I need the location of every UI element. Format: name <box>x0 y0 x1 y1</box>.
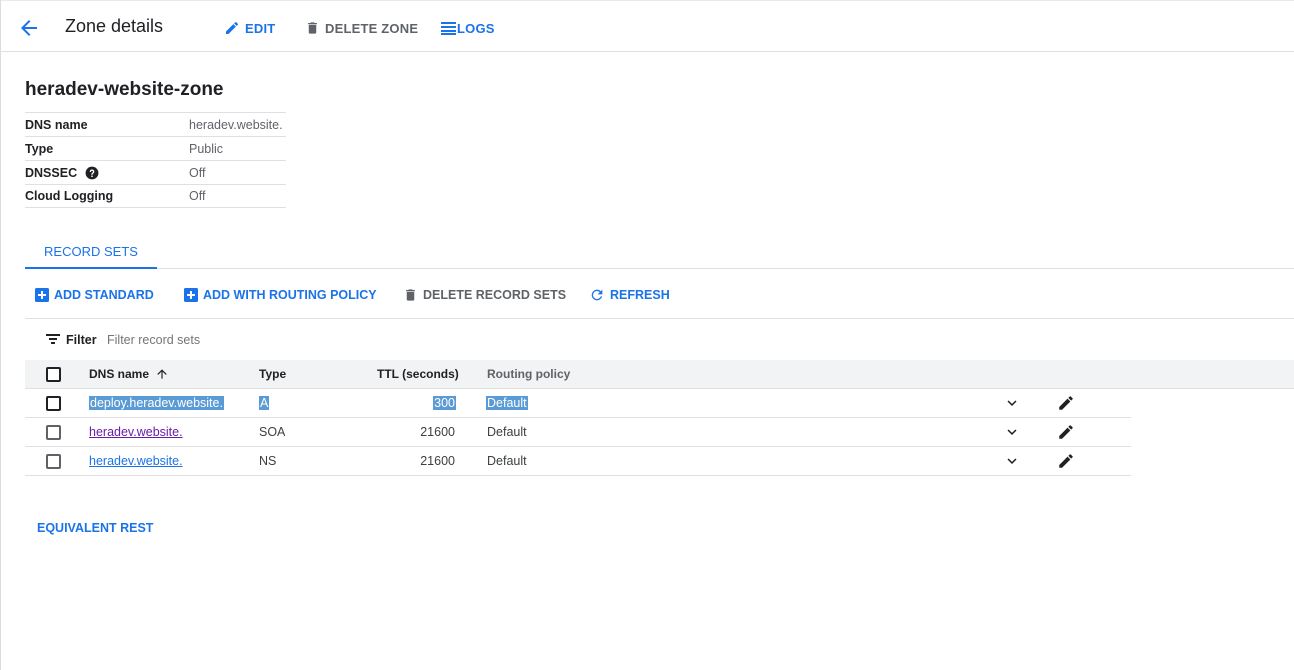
filter-bar: Filter <box>25 318 1294 360</box>
detail-value: heradev.website. <box>189 117 283 132</box>
routing-value: Default <box>486 396 528 410</box>
delete-zone-button[interactable]: DELETE ZONE <box>305 19 418 37</box>
add-box-icon <box>35 288 49 302</box>
table-row[interactable]: heradev.website. NS 21600 Default <box>25 447 1131 476</box>
record-type: A <box>259 396 270 410</box>
select-all-cell <box>46 360 61 388</box>
detail-row-cloud-logging: Cloud Logging Off <box>25 184 286 208</box>
refresh-label: REFRESH <box>610 288 670 302</box>
column-routing-policy[interactable]: Routing policy <box>487 360 570 388</box>
row-checkbox[interactable] <box>46 453 61 469</box>
select-all-checkbox[interactable] <box>46 366 61 382</box>
expand-chevron-icon[interactable] <box>1003 447 1021 475</box>
edit-button[interactable]: EDIT <box>224 19 275 37</box>
records-table-header: DNS name Type TTL (seconds) Routing poli… <box>25 360 1294 389</box>
row-checkbox-cell <box>46 447 61 475</box>
add-routing-policy-label: ADD WITH ROUTING POLICY <box>203 288 377 302</box>
delete-record-sets-button[interactable]: DELETE RECORD SETS <box>403 287 566 303</box>
tab-record-sets[interactable]: RECORD SETS <box>25 236 157 269</box>
detail-key-wrap: DNSSEC <box>25 166 189 180</box>
routing-cell: Default <box>487 447 527 475</box>
equivalent-rest-link[interactable]: EQUIVALENT REST <box>37 521 153 535</box>
routing-value: Default <box>487 454 527 468</box>
window-left-border <box>0 0 1 670</box>
type-cell: NS <box>259 447 276 475</box>
trash-icon <box>406 289 415 301</box>
add-routing-policy-button[interactable]: ADD WITH ROUTING POLICY <box>184 287 377 303</box>
ttl-value: 21600 <box>420 454 455 468</box>
detail-value: Public <box>189 141 224 156</box>
column-ttl[interactable]: TTL (seconds) <box>377 360 459 388</box>
page-header: Zone details EDIT DELETE ZONE LOGS <box>0 0 1294 52</box>
delete-zone-label: DELETE ZONE <box>325 20 419 36</box>
row-checkbox[interactable] <box>46 424 61 440</box>
zone-name-heading: heradev-website-zone <box>25 79 224 100</box>
dns-name-link[interactable]: deploy.heradev.website. <box>89 396 224 410</box>
ttl-value: 21600 <box>420 425 455 439</box>
edit-pencil-icon[interactable] <box>1057 389 1075 417</box>
detail-row-dns-name: DNS name heradev.website. <box>25 112 286 136</box>
pencil-icon <box>226 21 239 34</box>
row-checkbox-cell <box>46 389 61 417</box>
ttl-cell: 21600 <box>405 447 455 475</box>
help-icon[interactable] <box>85 166 99 180</box>
expand-chevron-icon[interactable] <box>1003 418 1021 446</box>
record-type: NS <box>259 454 277 468</box>
table-row[interactable]: deploy.heradev.website. A 300 Default <box>25 389 1131 418</box>
back-arrow-icon[interactable] <box>17 16 41 40</box>
routing-cell: Default <box>486 389 528 417</box>
add-standard-label: ADD STANDARD <box>54 288 154 302</box>
ttl-cell: 300 <box>425 389 456 417</box>
record-type: SOA <box>259 425 286 439</box>
list-icon <box>441 22 456 35</box>
trash-icon <box>308 22 317 34</box>
logs-button[interactable]: LOGS <box>441 19 495 37</box>
dns-name-link[interactable]: heradev.website. <box>89 425 183 439</box>
detail-row-dnssec: DNSSEC Off <box>25 160 286 184</box>
table-row[interactable]: heradev.website. SOA 21600 Default <box>25 418 1131 447</box>
type-cell: SOA <box>259 418 285 446</box>
refresh-button[interactable]: REFRESH <box>589 287 670 303</box>
routing-cell: Default <box>487 418 527 446</box>
column-type[interactable]: Type <box>259 360 286 388</box>
dns-name-cell: heradev.website. <box>89 447 183 475</box>
sort-arrow-up-icon[interactable] <box>155 367 169 381</box>
detail-value: Off <box>189 189 206 203</box>
dns-name-link[interactable]: heradev.website. <box>89 454 183 468</box>
edit-pencil-icon[interactable] <box>1057 418 1075 446</box>
ttl-value: 300 <box>433 396 456 410</box>
type-cell: A <box>259 389 270 417</box>
expand-chevron-icon[interactable] <box>1003 389 1021 417</box>
tab-bar: RECORD SETS <box>25 236 1294 269</box>
filter-input[interactable] <box>105 329 505 351</box>
column-label: DNS name <box>89 367 150 381</box>
add-standard-button[interactable]: ADD STANDARD <box>35 287 154 303</box>
row-checkbox-cell <box>46 418 61 446</box>
delete-record-sets-label: DELETE RECORD SETS <box>423 288 567 302</box>
detail-key: DNS name <box>25 117 88 132</box>
column-label: Routing policy <box>487 367 571 381</box>
edit-pencil-icon[interactable] <box>1057 447 1075 475</box>
add-box-icon <box>184 288 198 302</box>
routing-value: Default <box>487 425 527 439</box>
row-checkbox[interactable] <box>46 395 61 411</box>
page-title: Zone details <box>65 16 164 36</box>
column-label: Type <box>259 367 287 381</box>
detail-key: Cloud Logging <box>25 189 114 203</box>
refresh-icon <box>591 289 603 301</box>
detail-value: Off <box>189 165 206 180</box>
filter-label: Filter <box>66 333 97 347</box>
ttl-cell: 21600 <box>405 418 455 446</box>
detail-row-type: Type Public <box>25 136 286 160</box>
detail-key: DNSSEC <box>25 165 78 180</box>
edit-label: EDIT <box>245 20 276 36</box>
column-label: TTL (seconds) <box>377 367 459 381</box>
filter-icon <box>46 334 60 344</box>
column-dns-name[interactable]: DNS name <box>89 360 169 388</box>
logs-label: LOGS <box>457 20 495 36</box>
zone-details-table: DNS name heradev.website. Type Public DN… <box>25 112 286 208</box>
dns-name-cell: heradev.website. <box>89 418 183 446</box>
detail-key: Type <box>25 141 54 156</box>
dns-name-cell: deploy.heradev.website. <box>89 389 224 417</box>
